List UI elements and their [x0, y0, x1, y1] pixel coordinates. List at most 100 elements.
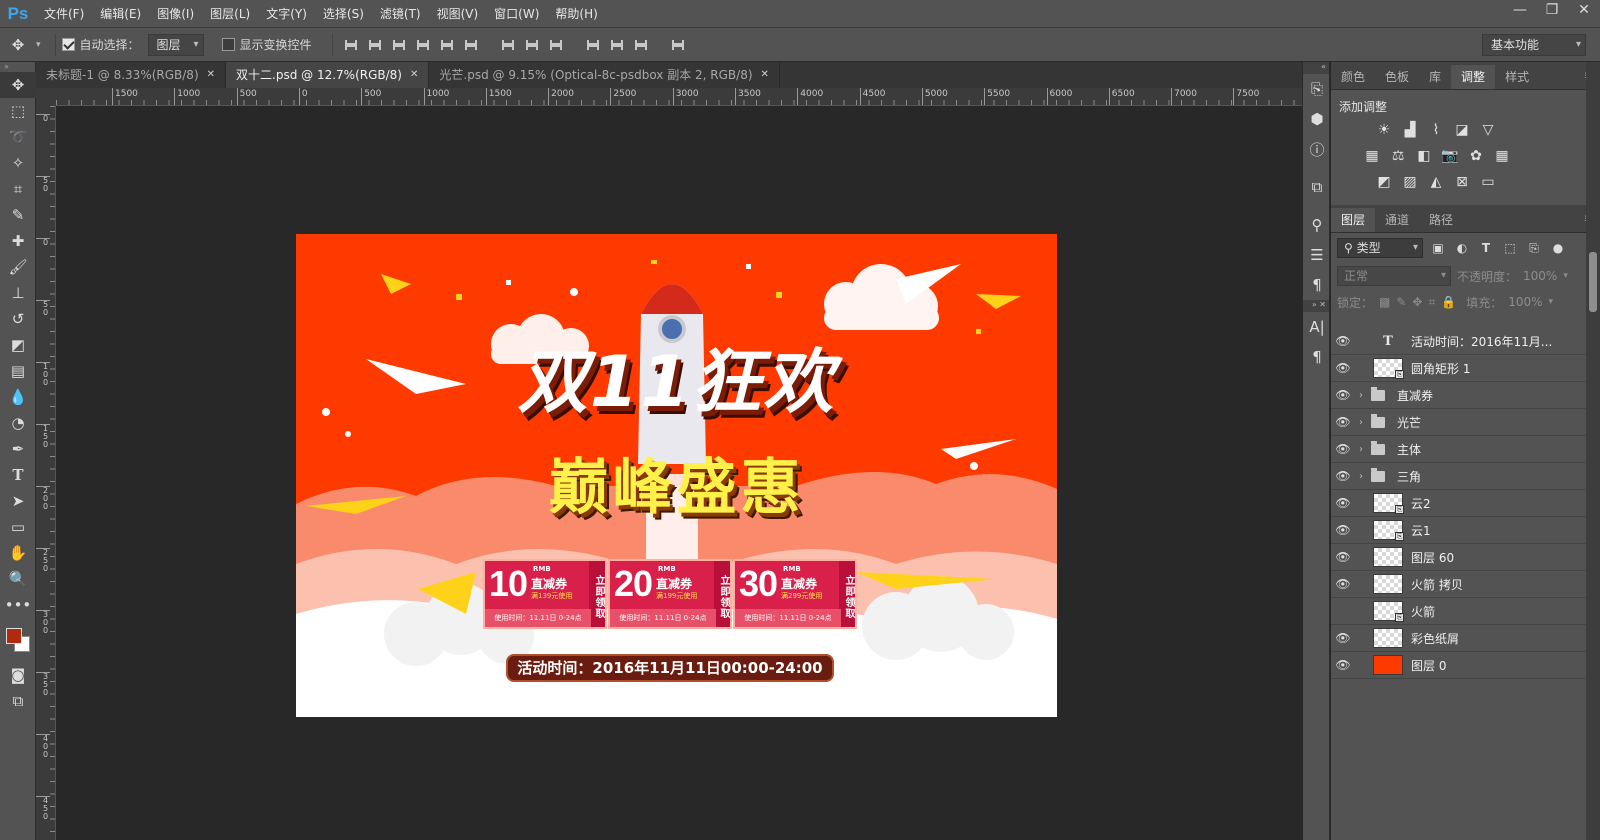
- dodge-tool-icon[interactable]: ◔: [0, 410, 36, 436]
- gradient-map-icon[interactable]: ▭: [1479, 173, 1497, 191]
- chevron-right-icon[interactable]: ›: [1355, 444, 1367, 455]
- marquee-tool-icon[interactable]: ⬚: [0, 98, 36, 124]
- auto-align-icon[interactable]: [669, 37, 687, 53]
- color-lookup-icon[interactable]: ▦: [1493, 147, 1511, 165]
- distribute-bottom-icon[interactable]: [547, 37, 565, 53]
- eyedropper-tool-icon[interactable]: ✎: [0, 202, 36, 228]
- distribute-top-icon[interactable]: [499, 37, 517, 53]
- rectangle-tool-icon[interactable]: ▭: [0, 514, 36, 540]
- auto-select-checkbox[interactable]: [61, 38, 75, 51]
- hand-tool-icon[interactable]: ✋: [0, 540, 36, 566]
- chevron-right-icon[interactable]: ›: [1355, 390, 1367, 401]
- scroll-thumb[interactable]: [1589, 252, 1597, 312]
- eye-icon[interactable]: 👁: [1331, 577, 1355, 591]
- path-selection-tool-icon[interactable]: ➤: [0, 488, 36, 514]
- 3d-panel-icon[interactable]: ⬢: [1303, 104, 1331, 134]
- properties-panel-icon[interactable]: ☰: [1303, 240, 1331, 270]
- menu-item[interactable]: 文件(F): [36, 0, 92, 28]
- layer-row[interactable]: 👁 图层 0: [1331, 652, 1586, 679]
- layer-row[interactable]: ⎘ 火箭: [1331, 598, 1586, 625]
- history-panel-icon[interactable]: ⎘: [1303, 74, 1331, 104]
- menu-item[interactable]: 选择(S): [315, 0, 372, 28]
- align-right-icon[interactable]: [462, 37, 480, 53]
- artboard-banner[interactable]: 双11狂欢 巅峰盛惠 10 RMB 直减券 满139元使用 立即领取 使用时间：11.11…: [296, 234, 1057, 717]
- lock-position-icon[interactable]: ✥: [1412, 295, 1422, 309]
- panel-tab[interactable]: 颜色: [1331, 65, 1375, 89]
- distribute-left-icon[interactable]: [584, 37, 602, 53]
- eraser-tool-icon[interactable]: ◩: [0, 332, 36, 358]
- eye-icon[interactable]: 👁: [1331, 361, 1355, 375]
- exposure-icon[interactable]: ◪: [1453, 121, 1471, 139]
- lock-paint-icon[interactable]: ✎: [1396, 295, 1406, 309]
- foreground-color-swatch[interactable]: [6, 628, 22, 644]
- layer-row[interactable]: 👁 T 活动时间：2016年11月...: [1331, 328, 1586, 355]
- layer-row[interactable]: 👁 › 光芒: [1331, 409, 1586, 436]
- chevron-right-icon[interactable]: ›: [1355, 417, 1367, 428]
- panel-tab[interactable]: 路径: [1419, 208, 1463, 232]
- filter-toggle-icon[interactable]: ●: [1549, 241, 1567, 255]
- black-white-icon[interactable]: ◧: [1415, 147, 1433, 165]
- clone-source-panel-icon[interactable]: ⧉: [1303, 172, 1331, 202]
- menu-item[interactable]: 编辑(E): [92, 0, 149, 28]
- distribute-hcenter-icon[interactable]: [608, 37, 626, 53]
- chevron-down-icon[interactable]: ▾: [1549, 297, 1554, 307]
- canvas-area[interactable]: 双11狂欢 巅峰盛惠 10 RMB 直减券 满139元使用 立即领取 使用时间：11.11…: [56, 106, 1302, 840]
- layer-row[interactable]: 👁 › 主体: [1331, 436, 1586, 463]
- ps-logo[interactable]: Ps: [0, 0, 36, 28]
- shape-filter-icon[interactable]: ⬚: [1501, 241, 1519, 255]
- character-panel-icon[interactable]: A|: [1303, 312, 1331, 342]
- menu-item[interactable]: 图像(I): [149, 0, 202, 28]
- layer-row[interactable]: 👁 ⎘ 云2: [1331, 490, 1586, 517]
- layer-row[interactable]: 👁 火箭 拷贝: [1331, 571, 1586, 598]
- align-hcenter-icon[interactable]: [438, 37, 456, 53]
- lock-transparent-icon[interactable]: ▩: [1379, 295, 1390, 309]
- threshold-icon[interactable]: ◭: [1427, 173, 1445, 191]
- screen-mode-icon[interactable]: ⧉: [0, 688, 36, 714]
- lock-artboard-icon[interactable]: ⌗: [1428, 295, 1435, 310]
- panel-tab[interactable]: 通道: [1375, 208, 1419, 232]
- type-filter-icon[interactable]: T: [1477, 241, 1495, 255]
- panel-tab[interactable]: 图层: [1331, 208, 1376, 232]
- align-left-icon[interactable]: [414, 37, 432, 53]
- eye-icon[interactable]: 👁: [1331, 523, 1355, 537]
- history-brush-tool-icon[interactable]: ↺: [0, 306, 36, 332]
- document-tab[interactable]: 双十二.psd @ 12.7%(RGB/8) ✕: [226, 62, 430, 88]
- layer-filter-dropdown[interactable]: ⚲ 类型: [1337, 238, 1423, 258]
- move-tool-preset-icon[interactable]: ✥: [0, 36, 36, 54]
- levels-icon[interactable]: ▟: [1401, 121, 1419, 139]
- align-top-icon[interactable]: [342, 37, 360, 53]
- panel-tab[interactable]: 调整: [1451, 65, 1496, 89]
- pen-tool-icon[interactable]: ✒: [0, 436, 36, 462]
- type-tool-icon[interactable]: T: [0, 462, 36, 488]
- align-bottom-icon[interactable]: [390, 37, 408, 53]
- eye-icon[interactable]: 👁: [1331, 442, 1355, 456]
- eye-icon[interactable]: 👁: [1331, 415, 1355, 429]
- vibrance-icon[interactable]: ▽: [1479, 121, 1497, 139]
- horizontal-ruler[interactable]: 1500 1000 500 0 500 1000 1500 2000 2500 3000 3500 4…: [56, 88, 1302, 106]
- adjustment-filter-icon[interactable]: ◐: [1453, 241, 1471, 255]
- layer-row[interactable]: 👁 ⎘ 圆角矩形 1: [1331, 355, 1586, 382]
- pixel-filter-icon[interactable]: ▣: [1429, 241, 1447, 255]
- panel-tab[interactable]: 库: [1419, 65, 1451, 89]
- more-tools-icon[interactable]: •••: [0, 592, 36, 618]
- close-icon[interactable]: ✕: [1568, 0, 1600, 22]
- layer-row[interactable]: 👁 图层 60: [1331, 544, 1586, 571]
- panel-collapse-icon[interactable]: «: [1303, 62, 1329, 74]
- document-tab[interactable]: 未标题-1 @ 8.33%(RGB/8) ✕: [36, 62, 227, 88]
- distribute-vcenter-icon[interactable]: [523, 37, 541, 53]
- panel-tab[interactable]: 样式: [1495, 65, 1539, 89]
- hue-saturation-icon[interactable]: ▦: [1363, 147, 1381, 165]
- gradient-tool-icon[interactable]: ▤: [0, 358, 36, 384]
- align-vcenter-icon[interactable]: [366, 37, 384, 53]
- selective-color-icon[interactable]: ⊠: [1453, 173, 1471, 191]
- photo-filter-icon[interactable]: 📷: [1441, 147, 1459, 165]
- eye-icon[interactable]: 👁: [1331, 631, 1355, 645]
- document-tab[interactable]: 光芒.psd @ 9.15% (Optical-8c-psdbox 副本 2, …: [429, 62, 780, 88]
- menu-item[interactable]: 文字(Y): [258, 0, 315, 28]
- menu-item[interactable]: 帮助(H): [547, 0, 605, 28]
- brush-presets-panel-icon[interactable]: ⚲: [1303, 210, 1331, 240]
- lasso-tool-icon[interactable]: ➰: [0, 124, 36, 150]
- clone-stamp-tool-icon[interactable]: ⊥: [0, 280, 36, 306]
- healing-brush-tool-icon[interactable]: ✚: [0, 228, 36, 254]
- eye-icon[interactable]: 👁: [1331, 496, 1355, 510]
